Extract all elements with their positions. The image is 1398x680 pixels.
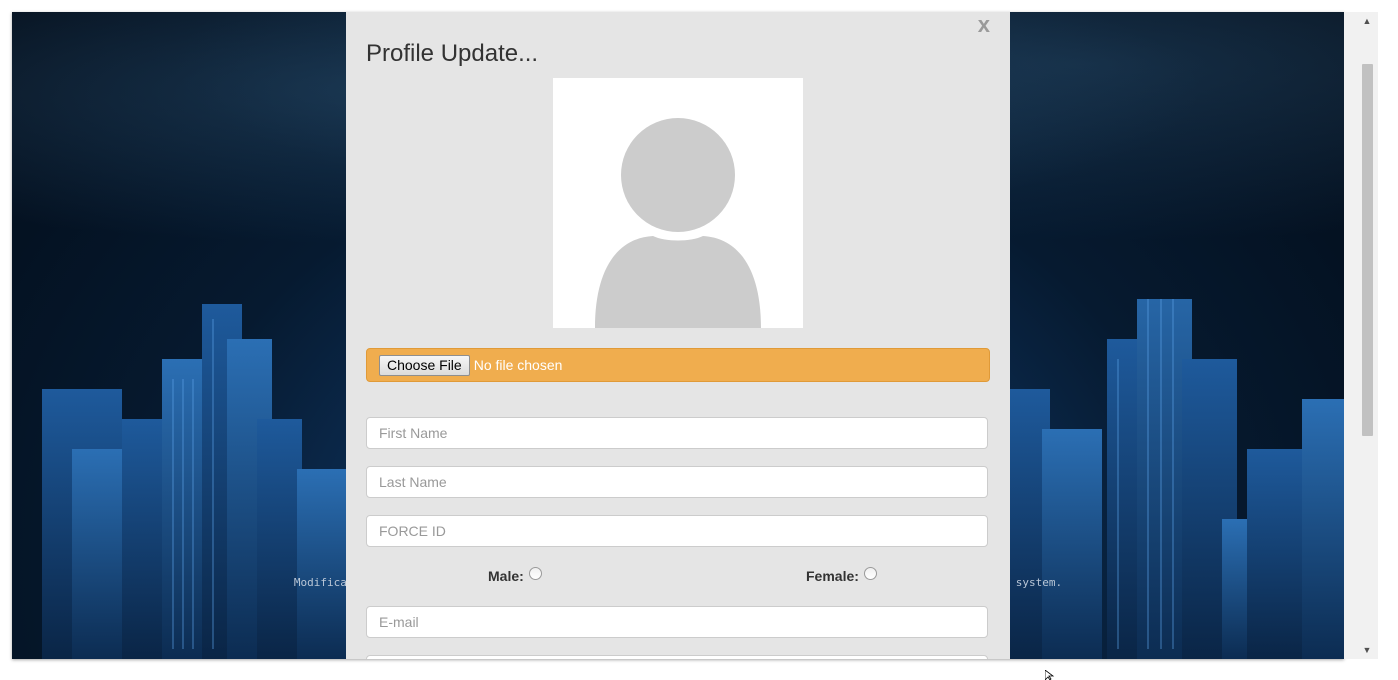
female-radio[interactable] — [863, 566, 877, 580]
avatar-placeholder — [553, 78, 803, 328]
email-input[interactable] — [366, 606, 988, 638]
female-label: Female: — [806, 568, 859, 584]
modal-title: Profile Update... — [366, 40, 539, 67]
scrollbar-thumb[interactable] — [1362, 64, 1373, 436]
scroll-up-arrow-icon[interactable]: ▲ — [1360, 14, 1374, 28]
file-status-text: No file chosen — [473, 357, 563, 373]
gender-male-option: Male: — [488, 566, 542, 584]
first-name-input[interactable] — [366, 417, 988, 449]
close-button[interactable]: x — [978, 12, 990, 38]
choose-file-button[interactable]: Choose File — [379, 354, 470, 376]
male-label: Male: — [488, 568, 524, 584]
user-silhouette-icon — [595, 118, 761, 328]
last-name-input[interactable] — [366, 466, 988, 498]
force-id-input[interactable] — [366, 515, 988, 547]
male-radio[interactable] — [528, 566, 542, 580]
gender-female-option: Female: — [806, 566, 877, 584]
profile-update-modal: x Profile Update... Choose File No file … — [346, 12, 1010, 659]
scroll-down-arrow-icon[interactable]: ▼ — [1360, 643, 1374, 657]
file-upload-bar: Choose File No file chosen — [366, 348, 990, 382]
next-field-input[interactable] — [366, 655, 988, 659]
vertical-scrollbar[interactable]: ▲ ▼ — [1344, 12, 1378, 659]
mouse-cursor-icon — [1045, 670, 1055, 680]
